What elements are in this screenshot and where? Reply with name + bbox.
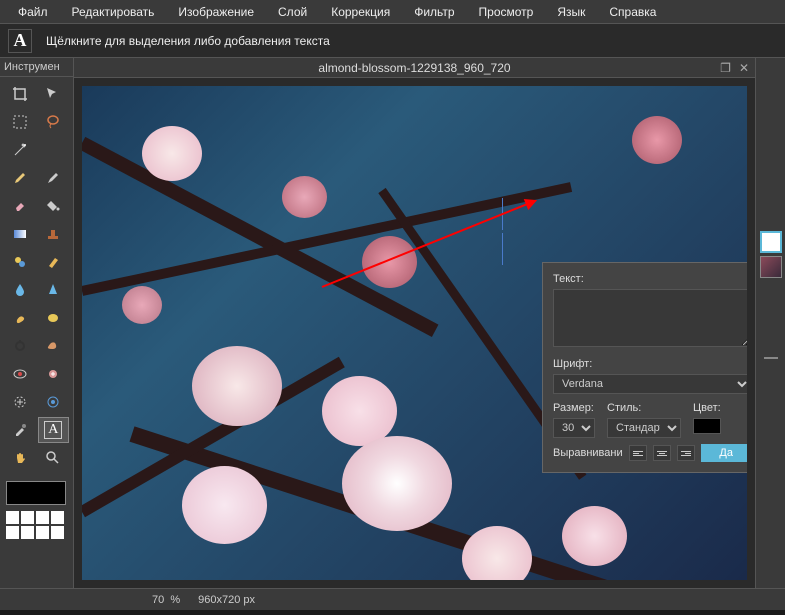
size-select[interactable]: 30 (553, 418, 595, 438)
align-left-icon[interactable] (629, 445, 647, 461)
canvas-image[interactable]: Текст: Шрифт: Verdana Размер: 30 Стиль: … (82, 86, 747, 580)
lasso-tool-icon[interactable] (38, 109, 70, 135)
align-label: Выравнивани (553, 447, 623, 459)
align-center-icon[interactable] (653, 445, 671, 461)
menu-help[interactable]: Справка (597, 5, 668, 19)
swatch[interactable] (21, 511, 34, 524)
bloat-tool-icon[interactable] (4, 389, 36, 415)
menu-file[interactable]: Файл (6, 5, 60, 19)
zoom-unit: % (170, 594, 180, 606)
text-input[interactable] (553, 289, 747, 347)
eyedropper-tool-icon[interactable] (4, 417, 36, 443)
window-restore-icon[interactable]: ❐ (720, 61, 731, 75)
menu-layer[interactable]: Слой (266, 5, 319, 19)
window-close-icon[interactable]: ✕ (739, 61, 749, 75)
text-label: Текст: (553, 273, 747, 285)
workspace: almond-blossom-1229138_960_720 ❐ ✕ (74, 58, 755, 588)
swatch[interactable] (36, 511, 49, 524)
dodge-tool-icon[interactable] (4, 333, 36, 359)
stamp-tool-icon[interactable] (38, 221, 70, 247)
foreground-color[interactable] (6, 481, 66, 505)
canvas-area[interactable]: Текст: Шрифт: Verdana Размер: 30 Стиль: … (74, 78, 755, 588)
info-hint: Щёлкните для выделения либо добавления т… (46, 34, 330, 48)
gradient-tool-icon[interactable] (4, 221, 36, 247)
wand-tool-icon[interactable] (4, 137, 36, 163)
zoom-value: 70 (152, 594, 164, 606)
swatch[interactable] (6, 511, 19, 524)
eraser-tool-icon[interactable] (4, 193, 36, 219)
smudge-tool-icon[interactable] (4, 305, 36, 331)
pencil-tool-icon[interactable] (4, 165, 36, 191)
ok-button[interactable]: Да (701, 444, 747, 462)
document-tab-bar: almond-blossom-1229138_960_720 ❐ ✕ (74, 58, 755, 78)
active-tool-icon: A (8, 29, 32, 53)
canvas-dimensions: 960x720 px (198, 594, 255, 606)
layer-thumbnail[interactable] (760, 256, 782, 278)
spot-heal-tool-icon[interactable] (38, 361, 70, 387)
move-tool-icon[interactable] (38, 81, 70, 107)
brush-tool-icon[interactable] (38, 165, 70, 191)
status-bar: 70 % 960x720 px (0, 588, 785, 610)
zoom-tool-icon[interactable] (38, 445, 70, 471)
text-tool-panel: Текст: Шрифт: Verdana Размер: 30 Стиль: … (542, 262, 747, 473)
color-label: Цвет: (693, 402, 721, 414)
style-select[interactable]: Стандартный (607, 418, 681, 438)
sponge-tool-icon[interactable] (38, 305, 70, 331)
crop-tool-icon[interactable] (4, 81, 36, 107)
menu-language[interactable]: Язык (545, 5, 597, 19)
marquee-tool-icon[interactable] (4, 109, 36, 135)
font-label: Шрифт: (553, 358, 747, 370)
text-tool-icon[interactable]: A (38, 417, 70, 443)
style-label: Стиль: (607, 402, 681, 414)
menu-edit[interactable]: Редактировать (60, 5, 167, 19)
info-bar: A Щёлкните для выделения либо добавления… (0, 24, 785, 58)
color-picker[interactable] (693, 418, 721, 434)
size-label: Размер: (553, 402, 595, 414)
menu-view[interactable]: Просмотр (467, 5, 546, 19)
menu-filter[interactable]: Фильтр (402, 5, 466, 19)
empty-tool (38, 137, 70, 163)
panel-divider (764, 357, 778, 359)
swatch[interactable] (51, 526, 64, 539)
swatch[interactable] (6, 526, 19, 539)
tool-panel-header: Инструмен (0, 58, 73, 77)
align-right-icon[interactable] (677, 445, 695, 461)
replace-color-tool-icon[interactable] (4, 249, 36, 275)
hand-tool-icon[interactable] (4, 445, 36, 471)
pinch-tool-icon[interactable] (38, 389, 70, 415)
menu-bar: Файл Редактировать Изображение Слой Корр… (0, 0, 785, 24)
swatch[interactable] (36, 526, 49, 539)
right-panel (755, 58, 785, 588)
tool-panel: Инструмен A (0, 58, 74, 588)
menu-correction[interactable]: Коррекция (319, 5, 402, 19)
burn-tool-icon[interactable] (38, 333, 70, 359)
swatch[interactable] (51, 511, 64, 524)
layer-thumbnail[interactable] (760, 231, 782, 253)
swatch[interactable] (21, 526, 34, 539)
color-swatches (0, 475, 73, 545)
menu-image[interactable]: Изображение (166, 5, 266, 19)
draw-tool-icon[interactable] (38, 249, 70, 275)
bucket-tool-icon[interactable] (38, 193, 70, 219)
sharpen-tool-icon[interactable] (38, 277, 70, 303)
document-title: almond-blossom-1229138_960_720 (318, 61, 510, 75)
font-select[interactable]: Verdana (553, 374, 747, 394)
redeye-tool-icon[interactable] (4, 361, 36, 387)
blur-tool-icon[interactable] (4, 277, 36, 303)
